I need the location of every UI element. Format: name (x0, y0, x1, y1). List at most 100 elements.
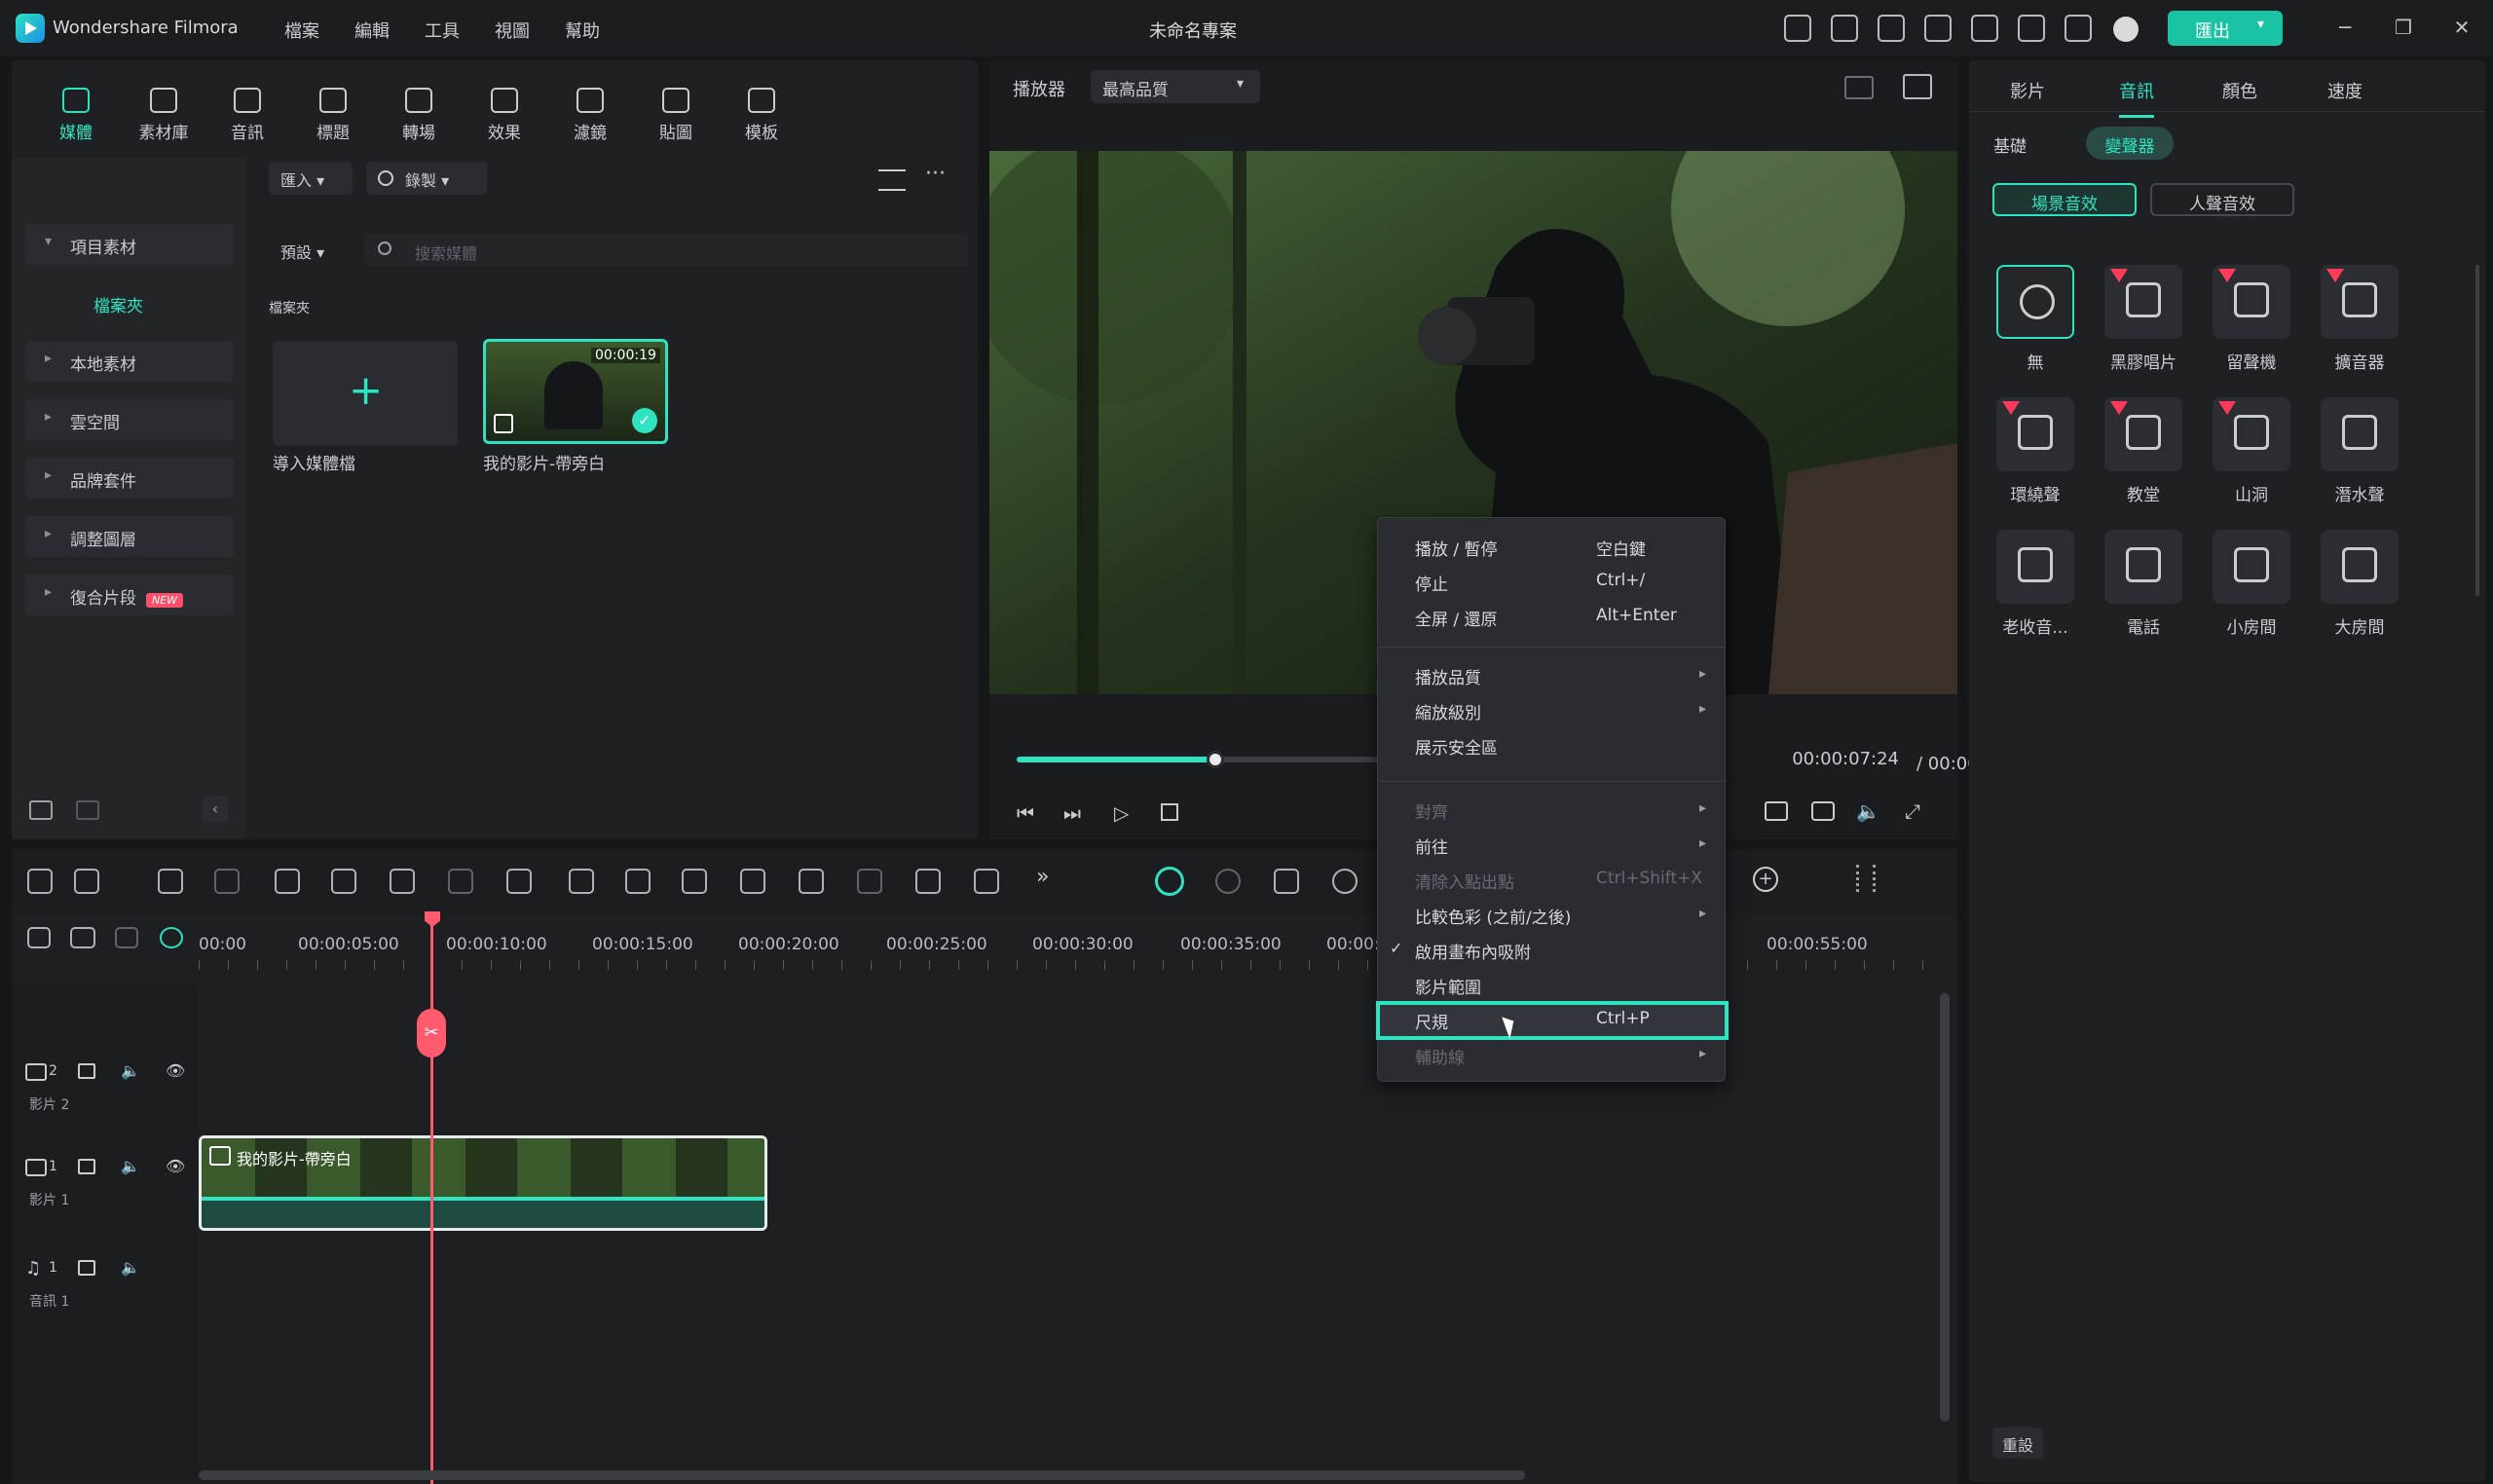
filter-sort-icon[interactable] (878, 169, 906, 191)
restore-icon[interactable]: ❐ (2394, 18, 2413, 37)
tab-media[interactable]: 媒體 (41, 88, 111, 143)
menu-edit[interactable]: 編輯 (354, 18, 390, 43)
menu-item[interactable]: 播放品質 (1415, 664, 1481, 688)
redo-icon[interactable] (214, 869, 240, 894)
voice-effect-large-room[interactable]: 大房間 (2311, 530, 2408, 638)
audio-detach-icon[interactable] (448, 869, 473, 894)
marker-icon[interactable] (1274, 869, 1299, 894)
tab-transitions[interactable]: 轉場 (384, 88, 454, 143)
headset-icon[interactable] (2018, 15, 2045, 42)
keyframe-icon[interactable] (682, 869, 707, 894)
folder-icon[interactable] (78, 1260, 95, 1276)
mute-icon[interactable]: 🔈 (121, 1157, 140, 1175)
minimize-icon[interactable]: ─ (2335, 18, 2355, 37)
media-clip-thumbnail[interactable]: 00:00:19 ✓ (483, 339, 668, 444)
track-height-icon[interactable] (1856, 865, 1876, 892)
link-icon[interactable] (70, 927, 95, 948)
cloud-icon[interactable] (1971, 15, 1998, 42)
play-icon[interactable]: ▷ (1114, 801, 1129, 825)
display-icon[interactable] (1765, 801, 1788, 821)
tab-filters[interactable]: 濾鏡 (555, 88, 625, 143)
menu-view[interactable]: 視圖 (495, 18, 530, 43)
voice-effect-gramophone[interactable]: 留聲機 (2203, 265, 2300, 373)
avatar[interactable] (2113, 17, 2139, 42)
menu-item[interactable]: 輔助線 (1415, 1044, 1465, 1068)
sidebar-item-brand-kit[interactable]: 品牌套件 (25, 458, 234, 499)
menu-item[interactable]: 清除入點出點 (1415, 869, 1514, 893)
subtab-basic[interactable]: 基礎 (1977, 127, 2043, 160)
more-icon[interactable]: ··· (925, 162, 946, 186)
menu-item[interactable]: 影片範圍 (1415, 974, 1481, 998)
tab-speed[interactable]: 速度 (2327, 78, 2363, 115)
grid-view-icon[interactable] (1844, 76, 1874, 99)
collapse-sidebar-icon[interactable]: ‹ (203, 797, 228, 822)
camera-icon[interactable] (1811, 801, 1835, 821)
menu-item[interactable]: 對齊 (1415, 798, 1448, 823)
menu-item[interactable]: 尺規 (1415, 1009, 1448, 1033)
voice-effect-surround[interactable]: 環繞聲 (1987, 397, 2084, 505)
add-track-icon[interactable] (27, 927, 51, 948)
folder-icon[interactable] (78, 1159, 95, 1174)
tab-titles[interactable]: 標題 (298, 88, 368, 143)
sidebar-item-compound-clip[interactable]: 復合片段 NEW (25, 575, 234, 615)
snapshot-preview-icon[interactable] (1903, 74, 1932, 99)
tab-stickers[interactable]: 貼圖 (641, 88, 711, 143)
mask-icon[interactable] (625, 869, 651, 894)
split-icon[interactable] (331, 869, 356, 894)
keyboard-icon[interactable] (1831, 15, 1858, 42)
timeline-vertical-scrollbar[interactable] (1940, 993, 1950, 1422)
tab-stock[interactable]: 素材庫 (129, 88, 199, 143)
snap-icon[interactable] (160, 927, 183, 948)
sidebar-item-adjustment-layer[interactable]: 調整圖層 (25, 516, 234, 557)
sidebar-item-cloud[interactable]: 雲空間 (25, 399, 234, 440)
menu-tools[interactable]: 工具 (425, 18, 460, 43)
segment-scene-effects[interactable]: 場景音效 (1992, 183, 2137, 216)
menu-help[interactable]: 幫助 (565, 18, 600, 43)
undo-icon[interactable] (158, 869, 183, 894)
translate-icon[interactable] (915, 869, 941, 894)
folder-icon[interactable] (78, 1063, 95, 1079)
new-folder-icon[interactable] (29, 800, 53, 820)
export-button[interactable]: 匯出 ▾ (2168, 11, 2283, 46)
track-manage-icon[interactable] (115, 927, 138, 948)
timeline-horizontal-scrollbar[interactable] (199, 1470, 1525, 1480)
playhead[interactable] (430, 911, 433, 1484)
voice-effect-small-room[interactable]: 小房間 (2203, 530, 2300, 638)
progress-handle[interactable] (1207, 751, 1224, 768)
search-input[interactable]: 搜索媒體 (415, 241, 477, 264)
apps-grid-icon[interactable] (2065, 15, 2092, 42)
stop-icon[interactable] (1161, 803, 1178, 821)
mute-icon[interactable]: 🔈 (121, 1258, 140, 1277)
more-tools-icon[interactable]: » (1036, 865, 1049, 889)
fullscreen-icon[interactable]: ⤢ (1905, 799, 1920, 823)
menu-file[interactable]: 檔案 (284, 18, 319, 43)
voice-effect-underwater[interactable]: 潛水聲 (2311, 397, 2408, 505)
zoom-in-icon[interactable]: + (1753, 867, 1778, 892)
sidebar-item-project-media[interactable]: 項目素材 (25, 224, 234, 265)
layout-icon[interactable] (1878, 15, 1905, 42)
reset-button[interactable]: 重設 (1992, 1428, 2043, 1459)
tab-templates[interactable]: 模板 (726, 88, 797, 143)
scissors-icon[interactable]: ✂ (417, 1009, 446, 1057)
quality-dropdown[interactable]: 最高品質 ▾ (1091, 70, 1260, 103)
tab-effects[interactable]: 效果 (469, 88, 540, 143)
next-frame-icon[interactable]: ⏭ (1063, 801, 1081, 825)
audio-stretch-icon[interactable] (740, 869, 765, 894)
menu-item[interactable]: 全屏 / 還原 (1415, 606, 1498, 630)
text-icon[interactable] (506, 869, 532, 894)
delete-icon[interactable] (275, 869, 300, 894)
sidebar-item-local[interactable]: 本地素材 (25, 341, 234, 382)
menu-item[interactable]: 播放 / 暫停 (1415, 536, 1498, 560)
mic-icon[interactable] (1332, 869, 1358, 894)
voice-effect-church[interactable]: 教堂 (2095, 397, 2192, 505)
voice-effect-telephone[interactable]: 電話 (2095, 530, 2192, 638)
menu-item[interactable]: 縮放級別 (1415, 699, 1481, 723)
folder-icon[interactable] (76, 800, 99, 820)
voice-effect-megaphone[interactable]: 擴音器 (2311, 265, 2408, 373)
menu-item[interactable]: 比較色彩 (之前/之後) (1415, 904, 1571, 928)
voice-effect-old-radio[interactable]: 老收音... (1987, 530, 2084, 638)
ai-icon[interactable] (1155, 867, 1184, 896)
tab-video[interactable]: 影片 (2010, 78, 2045, 115)
menu-item[interactable]: 展示安全區 (1415, 734, 1498, 759)
volume-icon[interactable]: 🔈 (1856, 799, 1880, 823)
